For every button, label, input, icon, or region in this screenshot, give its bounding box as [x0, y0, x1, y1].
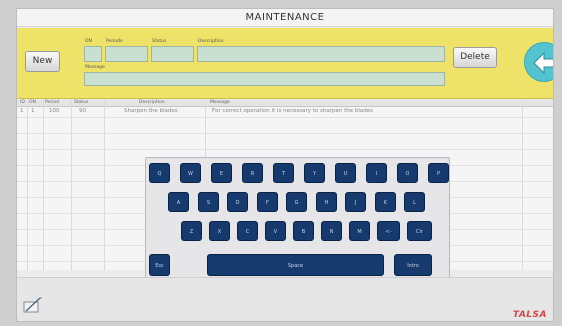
backspace-key[interactable]: <- [377, 221, 400, 241]
key-k[interactable]: K [375, 192, 396, 212]
key-r[interactable]: R [242, 163, 263, 183]
window-title: MAINTENANCE [17, 9, 553, 27]
key-t[interactable]: T [273, 163, 294, 183]
description-label: Description [198, 39, 224, 44]
column-header-description: Description [139, 100, 165, 105]
footer-bar: TALSA [17, 277, 553, 321]
back-button[interactable] [524, 42, 553, 82]
periode-label: Periode [106, 39, 123, 44]
key-s[interactable]: S [198, 192, 219, 212]
clear-key[interactable]: Clr [407, 221, 432, 241]
table-header: ID ON Period Status Description Message [17, 100, 553, 107]
key-d[interactable]: D [227, 192, 248, 212]
status-label: Status [152, 39, 167, 44]
edit-form-panel: New ON Periode Status Description Messag… [17, 28, 553, 99]
notepad-pen-icon[interactable] [23, 296, 43, 318]
key-f[interactable]: F [257, 192, 278, 212]
periode-field[interactable] [105, 46, 148, 62]
cell-status: 90 [79, 108, 86, 114]
key-l[interactable]: L [404, 192, 425, 212]
key-q[interactable]: Q [149, 163, 170, 183]
status-field[interactable] [151, 46, 194, 62]
key-j[interactable]: J [345, 192, 366, 212]
key-m[interactable]: M [349, 221, 370, 241]
key-u[interactable]: U [335, 163, 356, 183]
table-row[interactable]: 1 1 100 90 Sharpen the blades For correc… [17, 107, 553, 117]
key-n[interactable]: N [321, 221, 342, 241]
key-e[interactable]: E [211, 163, 232, 183]
key-i[interactable]: I [366, 163, 387, 183]
maintenance-screen: MAINTENANCE New ON Periode Status Descri… [16, 8, 554, 322]
key-v[interactable]: V [265, 221, 286, 241]
key-h[interactable]: H [316, 192, 337, 212]
column-header-id: ID [20, 100, 25, 105]
column-header-period: Period [45, 100, 60, 105]
cell-description: Sharpen the blades [124, 108, 178, 114]
key-b[interactable]: B [293, 221, 314, 241]
enter-key[interactable]: Intro [394, 254, 432, 276]
key-w[interactable]: W [180, 163, 201, 183]
row-divider [17, 117, 553, 118]
description-field[interactable] [197, 46, 445, 62]
key-z[interactable]: Z [181, 221, 202, 241]
column-header-message: Message [210, 100, 230, 105]
escape-key[interactable]: Esc [149, 254, 170, 276]
cell-on: 1 [31, 108, 35, 114]
key-a[interactable]: A [168, 192, 189, 212]
arrow-left-icon [533, 51, 553, 75]
space-key[interactable]: Space [207, 254, 384, 276]
row-divider [17, 149, 553, 150]
cell-message: For correct operation it is necessary to… [212, 108, 373, 114]
key-g[interactable]: G [286, 192, 307, 212]
brand-logo: TALSA [512, 310, 547, 320]
delete-button[interactable]: Delete [453, 47, 497, 68]
row-divider [17, 133, 553, 134]
key-c[interactable]: C [237, 221, 258, 241]
message-label: Message [85, 65, 105, 70]
key-x[interactable]: X [209, 221, 230, 241]
key-p[interactable]: P [428, 163, 449, 183]
key-y[interactable]: Y [304, 163, 325, 183]
on-label: ON [85, 39, 92, 44]
message-field[interactable] [84, 72, 445, 86]
cell-id: 1 [20, 108, 24, 114]
on-field[interactable] [84, 46, 102, 62]
column-header-status: Status [74, 100, 89, 105]
key-o[interactable]: O [397, 163, 418, 183]
new-button[interactable]: New [25, 51, 60, 72]
column-header-on: ON [29, 100, 36, 105]
on-screen-keyboard: Q W E R T Y U I O P A S D F G H J K L Z … [145, 157, 450, 281]
cell-period: 100 [49, 108, 60, 114]
